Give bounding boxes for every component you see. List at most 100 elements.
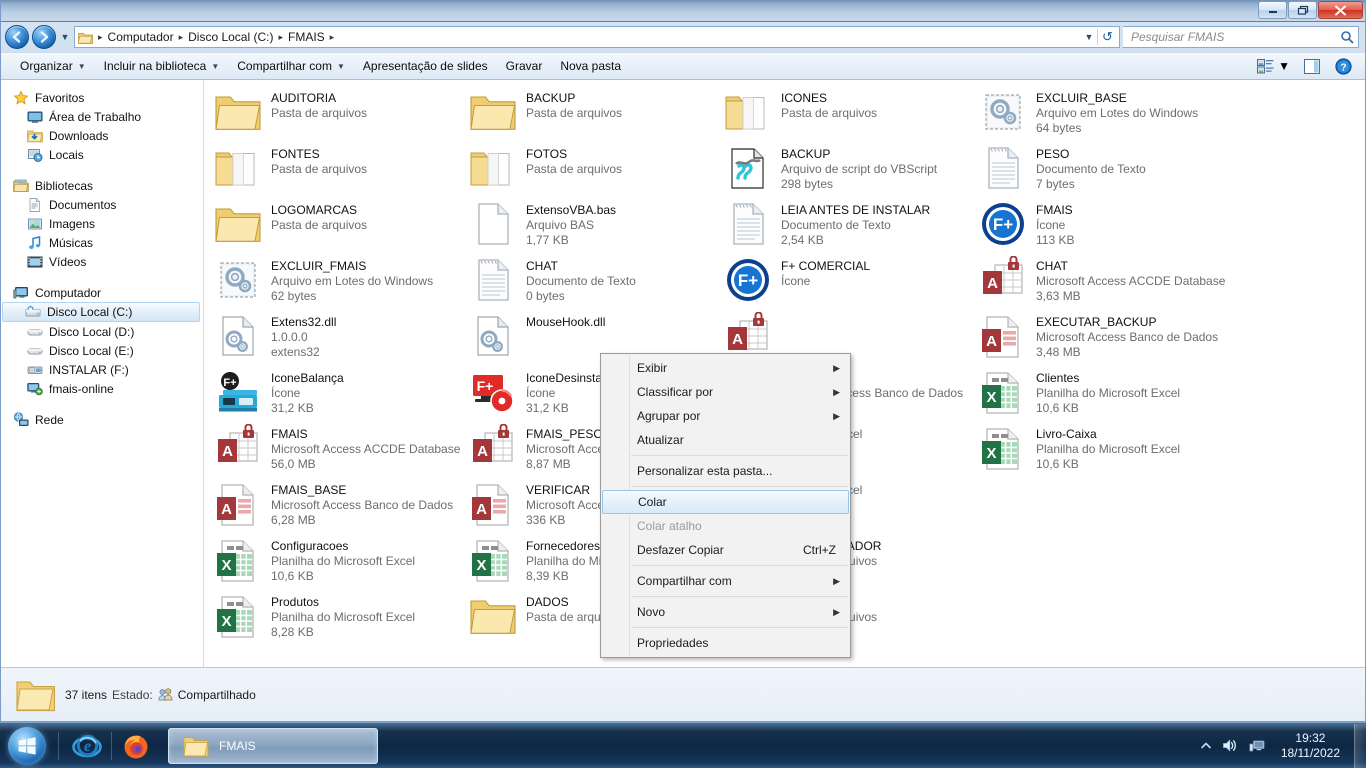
file-item[interactable]: ICONES Pasta de arquivos [720,84,975,140]
taskbar: e FMAIS 19:32 18/11/2022 [0,722,1366,768]
file-item-text: Clientes Planilha do Microsoft Excel 10,6 … [1036,368,1180,416]
network-tray-icon[interactable] [1249,739,1265,753]
address-bar[interactable]: ▸ Computador ▸ Disco Local (C:) ▸ FMAIS … [74,26,1120,48]
file-item-text: LOGOMARCAS Pasta de arquivos [271,200,367,233]
file-item[interactable]: BACKUP Arquivo de script do VBScript 298 b… [720,140,975,196]
breadcrumb-separator: ▸ [98,31,103,42]
file-item-text: Configuracoes Planilha do Microsoft Excel… [271,536,415,584]
quick-launch-firefox[interactable] [118,728,154,764]
file-item[interactable]: A FMAIS Microsoft Access ACCDE Database 56,… [210,420,465,476]
file-item[interactable]: F+ IconeBalança Ícone 31,2 KB [210,364,465,420]
sidebar-item-disco-local-d[interactable]: Disco Local (D:) [1,322,203,341]
command-incluir-na-biblioteca[interactable]: Incluir na biblioteca ▼ [95,55,229,77]
file-item[interactable]: F+ F+ COMERCIAL Ícone [720,252,975,308]
breadcrumb-item-computador[interactable]: Computador [105,28,177,46]
sidebar-item-videos[interactable]: Vídeos [1,252,203,271]
breadcrumb-item-fmais[interactable]: FMAIS [285,28,328,46]
clock[interactable]: 19:32 18/11/2022 [1275,731,1350,761]
file-item[interactable]: EXCLUIR_FMAIS Arquivo em Lotes do Windows… [210,252,465,308]
nav-group-favoritos: Favoritos Área de Trabalho Downloads Loc… [1,88,203,164]
restore-button[interactable] [1288,1,1317,19]
file-item[interactable]: FONTES Pasta de arquivos [210,140,465,196]
file-type: Pasta de arquivos [271,218,368,232]
taskbar-button-fmais[interactable]: FMAIS [168,727,378,764]
sidebar-item-fmais-online[interactable]: fmais-online [1,379,203,398]
command-nova-pasta[interactable]: Nova pasta [551,55,630,77]
minimize-button[interactable] [1258,1,1287,19]
preview-pane-button[interactable] [1297,56,1328,77]
menu-item-desfazer-copiar[interactable]: Desfazer Copiar Ctrl+Z [601,538,850,562]
address-chevron-down-icon[interactable]: ▼ [1081,32,1097,42]
change-view-button[interactable]: ▼ [1250,56,1297,77]
breadcrumb-item-disco-local-c[interactable]: Disco Local (C:) [185,28,276,46]
file-size: 62 bytes [271,289,317,303]
search-box[interactable]: Pesquisar FMAIS [1123,26,1359,48]
file-item[interactable]: CHAT Documento de Texto 0 bytes [465,252,720,308]
menu-item-classificar-por[interactable]: Classificar por ▶ [601,380,850,404]
sidebar-item-musicas[interactable]: Músicas [1,233,203,252]
file-item[interactable]: ExtensoVBA.bas Arquivo BAS 1,77 KB [465,196,720,252]
sidebar-item-imagens[interactable]: Imagens [1,214,203,233]
sidebar-item-computador[interactable]: Computador [1,283,203,302]
start-button[interactable] [0,724,54,768]
file-item[interactable]: AUDITORIA Pasta de arquivos [210,84,465,140]
refresh-icon[interactable]: ↺ [1097,29,1117,45]
command-compartilhar-com[interactable]: Compartilhar com ▼ [228,55,354,77]
quick-launch-internet-explorer[interactable]: e [69,728,105,764]
file-item[interactable]: X Livro-Caixa Planilha do Microsoft Excel 1… [975,420,1230,476]
file-item[interactable]: PESO Documento de Texto 7 bytes [975,140,1230,196]
file-name: AUDITORIA [271,91,337,105]
file-item[interactable]: FOTOS Pasta de arquivos [465,140,720,196]
back-button[interactable] [5,25,29,49]
menu-item-novo[interactable]: Novo ▶ [601,600,850,624]
file-type: Microsoft Access Banco de Dados [271,498,454,512]
menu-item-personalizar-esta-pasta[interactable]: Personalizar esta pasta... [601,459,850,483]
command-gravar[interactable]: Gravar [497,55,552,77]
file-item[interactable]: X Produtos Planilha do Microsoft Excel 8,28… [210,588,465,644]
volume-icon[interactable] [1222,738,1239,753]
command-organizar[interactable]: Organizar ▼ [11,55,95,77]
sidebar-item-rede[interactable]: Rede [1,410,203,429]
command-apresentacao-de-slides[interactable]: Apresentação de slides [354,55,497,77]
sidebar-item-instalar-f[interactable]: INSTALAR (F:) [1,360,203,379]
file-item[interactable]: A FMAIS_BASE Microsoft Access Banco de Dad… [210,476,465,532]
menu-item-colar[interactable]: Colar [602,490,849,514]
file-item[interactable]: EXCLUIR_BASE Arquivo em Lotes do Windows 6… [975,84,1230,140]
sidebar-item-favoritos[interactable]: Favoritos [1,88,203,107]
file-item[interactable]: F+ FMAIS Ícone 113 KB [975,196,1230,252]
sidebar-item-bibliotecas[interactable]: Bibliotecas [1,176,203,195]
menu-item-colar-atalho: Colar atalho [601,514,850,538]
search-input[interactable]: Pesquisar FMAIS [1131,30,1340,44]
menu-item-compartilhar-com[interactable]: Compartilhar com ▶ [601,569,850,593]
sidebar-item-disco-local-e[interactable]: Disco Local (E:) [1,341,203,360]
file-type: Pasta de arquivos [781,106,878,120]
sidebar-item-locais[interactable]: Locais [1,145,203,164]
menu-item-exibir[interactable]: Exibir ▶ [601,356,850,380]
navigation-pane[interactable]: Favoritos Área de Trabalho Downloads Loc… [1,80,204,667]
file-item[interactable]: X Configuracoes Planilha do Microsoft Exce… [210,532,465,588]
sidebar-item-area-de-trabalho[interactable]: Área de Trabalho [1,107,203,126]
file-item[interactable]: LEIA ANTES DE INSTALAR Documento de Texto… [720,196,975,252]
sidebar-item-documentos[interactable]: Documentos [1,195,203,214]
show-desktop-button[interactable] [1354,723,1366,768]
context-menu[interactable]: Exibir ▶ Classificar por ▶ Agrupar por ▶… [600,353,851,658]
menu-item-atualizar[interactable]: Atualizar [601,428,850,452]
file-item[interactable]: A CHAT Microsoft Access ACCDE Database 3,63… [975,252,1230,308]
close-button[interactable] [1318,1,1363,19]
file-type: Arquivo em Lotes do Windows [1036,106,1199,120]
menu-item-propriedades[interactable]: Propriedades [601,631,850,655]
file-item[interactable]: A EXECUTAR_BACKUP Microsoft Access Banco d… [975,308,1230,364]
help-button[interactable]: ? [1328,55,1359,78]
menu-item-agrupar-por[interactable]: Agrupar por ▶ [601,404,850,428]
show-hidden-icons-icon[interactable] [1200,740,1212,752]
sidebar-item-downloads[interactable]: Downloads [1,126,203,145]
file-item[interactable]: X Clientes Planilha do Microsoft Excel 10,6… [975,364,1230,420]
file-size: 3,63 MB [1036,289,1081,303]
file-item[interactable]: Extens32.dll 1.0.0.0 extens32 [210,308,465,364]
file-item[interactable]: BACKUP Pasta de arquivos [465,84,720,140]
folder-icon [469,592,517,640]
file-item[interactable]: LOGOMARCAS Pasta de arquivos [210,196,465,252]
sidebar-item-disco-local-c[interactable]: Disco Local (C:) [2,302,200,322]
forward-button[interactable] [32,25,56,49]
recent-pages-chevron-down-icon[interactable]: ▼ [59,32,71,42]
